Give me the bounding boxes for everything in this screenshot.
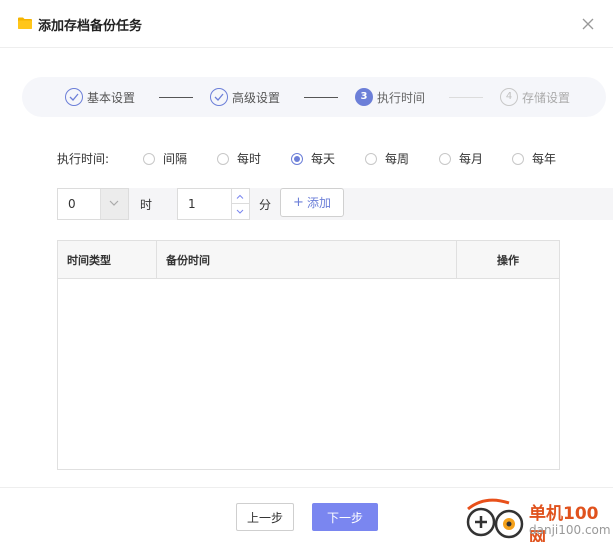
dialog-title: 添加存档备份任务 [38,19,143,34]
chevron-down-icon [236,209,244,214]
chevron-up-icon [236,194,244,199]
step-storage-settings: 4 存储设置 [500,88,570,106]
radio-weekly[interactable]: 每周 [365,150,409,167]
step-number: 3 [355,88,373,106]
hour-unit-label: 时 [140,198,153,212]
hour-value: 0 [68,197,76,211]
column-header-backup-time: 备份时间 [166,253,210,267]
minute-value: 1 [188,197,196,211]
radio-daily[interactable]: 每天 [291,150,335,167]
hour-select[interactable]: 0 [57,188,129,220]
radio-circle[interactable] [512,152,524,165]
watermark-logo-icon [466,498,524,539]
step-label: 基本设置 [87,90,136,105]
watermark: 单机100网 danji100.com [463,497,613,542]
radio-circle-selected[interactable] [291,152,303,165]
schedule-table: 时间类型 备份时间 操作 [57,240,560,470]
step-label: 存储设置 [522,90,571,105]
check-icon [210,88,228,106]
watermark-url: danji100.com [529,523,611,537]
radio-circle[interactable] [217,152,229,165]
radio-circle[interactable] [143,152,155,165]
column-divider [156,241,157,278]
minute-input[interactable]: 1 [177,188,250,220]
step-connector [449,97,483,98]
close-icon[interactable] [580,16,596,32]
radio-label: 间隔 [163,152,188,166]
add-time-button[interactable]: + 添加 [280,188,344,217]
radio-yearly[interactable]: 每年 [512,150,556,167]
step-connector [159,97,193,98]
step-label: 执行时间 [377,90,426,105]
check-icon [65,88,83,106]
radio-circle[interactable] [439,152,451,165]
step-connector [304,97,338,98]
add-archive-backup-dialog: 添加存档备份任务 基本设置 高级设置 3 执行时间 4 存储设置 执行时间: 间… [0,0,613,542]
hour-dropdown-toggle[interactable] [100,189,128,219]
add-button-label: 添加 [306,196,331,210]
title-bar: 添加存档备份任务 [0,0,613,48]
time-input-row: 0 时 1 分 + 添加 [57,188,613,220]
next-step-button[interactable]: 下一步 [312,503,378,531]
minute-unit-label: 分 [259,198,272,212]
step-number: 4 [500,88,518,106]
previous-step-button[interactable]: 上一步 [236,503,294,531]
chevron-down-icon [109,200,119,206]
wizard-stepper: 基本设置 高级设置 3 执行时间 4 存储设置 [22,77,606,117]
step-basic-settings: 基本设置 [65,88,135,106]
column-header-time-type: 时间类型 [67,253,111,267]
radio-label: 每月 [459,152,484,166]
step-advanced-settings: 高级设置 [210,88,280,106]
radio-circle[interactable] [365,152,377,165]
table-header: 时间类型 备份时间 操作 [58,241,559,279]
radio-label: 每天 [311,152,336,166]
schedule-label: 执行时间: [57,152,110,166]
radio-label: 每年 [532,152,557,166]
step-execution-time: 3 执行时间 [355,88,425,106]
step-label: 高级设置 [232,90,281,105]
increment-button[interactable] [231,189,249,204]
folder-icon [18,17,32,29]
column-header-actions: 操作 [497,253,519,267]
decrement-button[interactable] [231,204,249,219]
radio-monthly[interactable]: 每月 [439,150,483,167]
radio-label: 每周 [385,152,410,166]
radio-hourly[interactable]: 每时 [217,150,261,167]
plus-icon: + [293,195,304,210]
radio-label: 每时 [237,152,262,166]
radio-interval[interactable]: 间隔 [143,150,187,167]
